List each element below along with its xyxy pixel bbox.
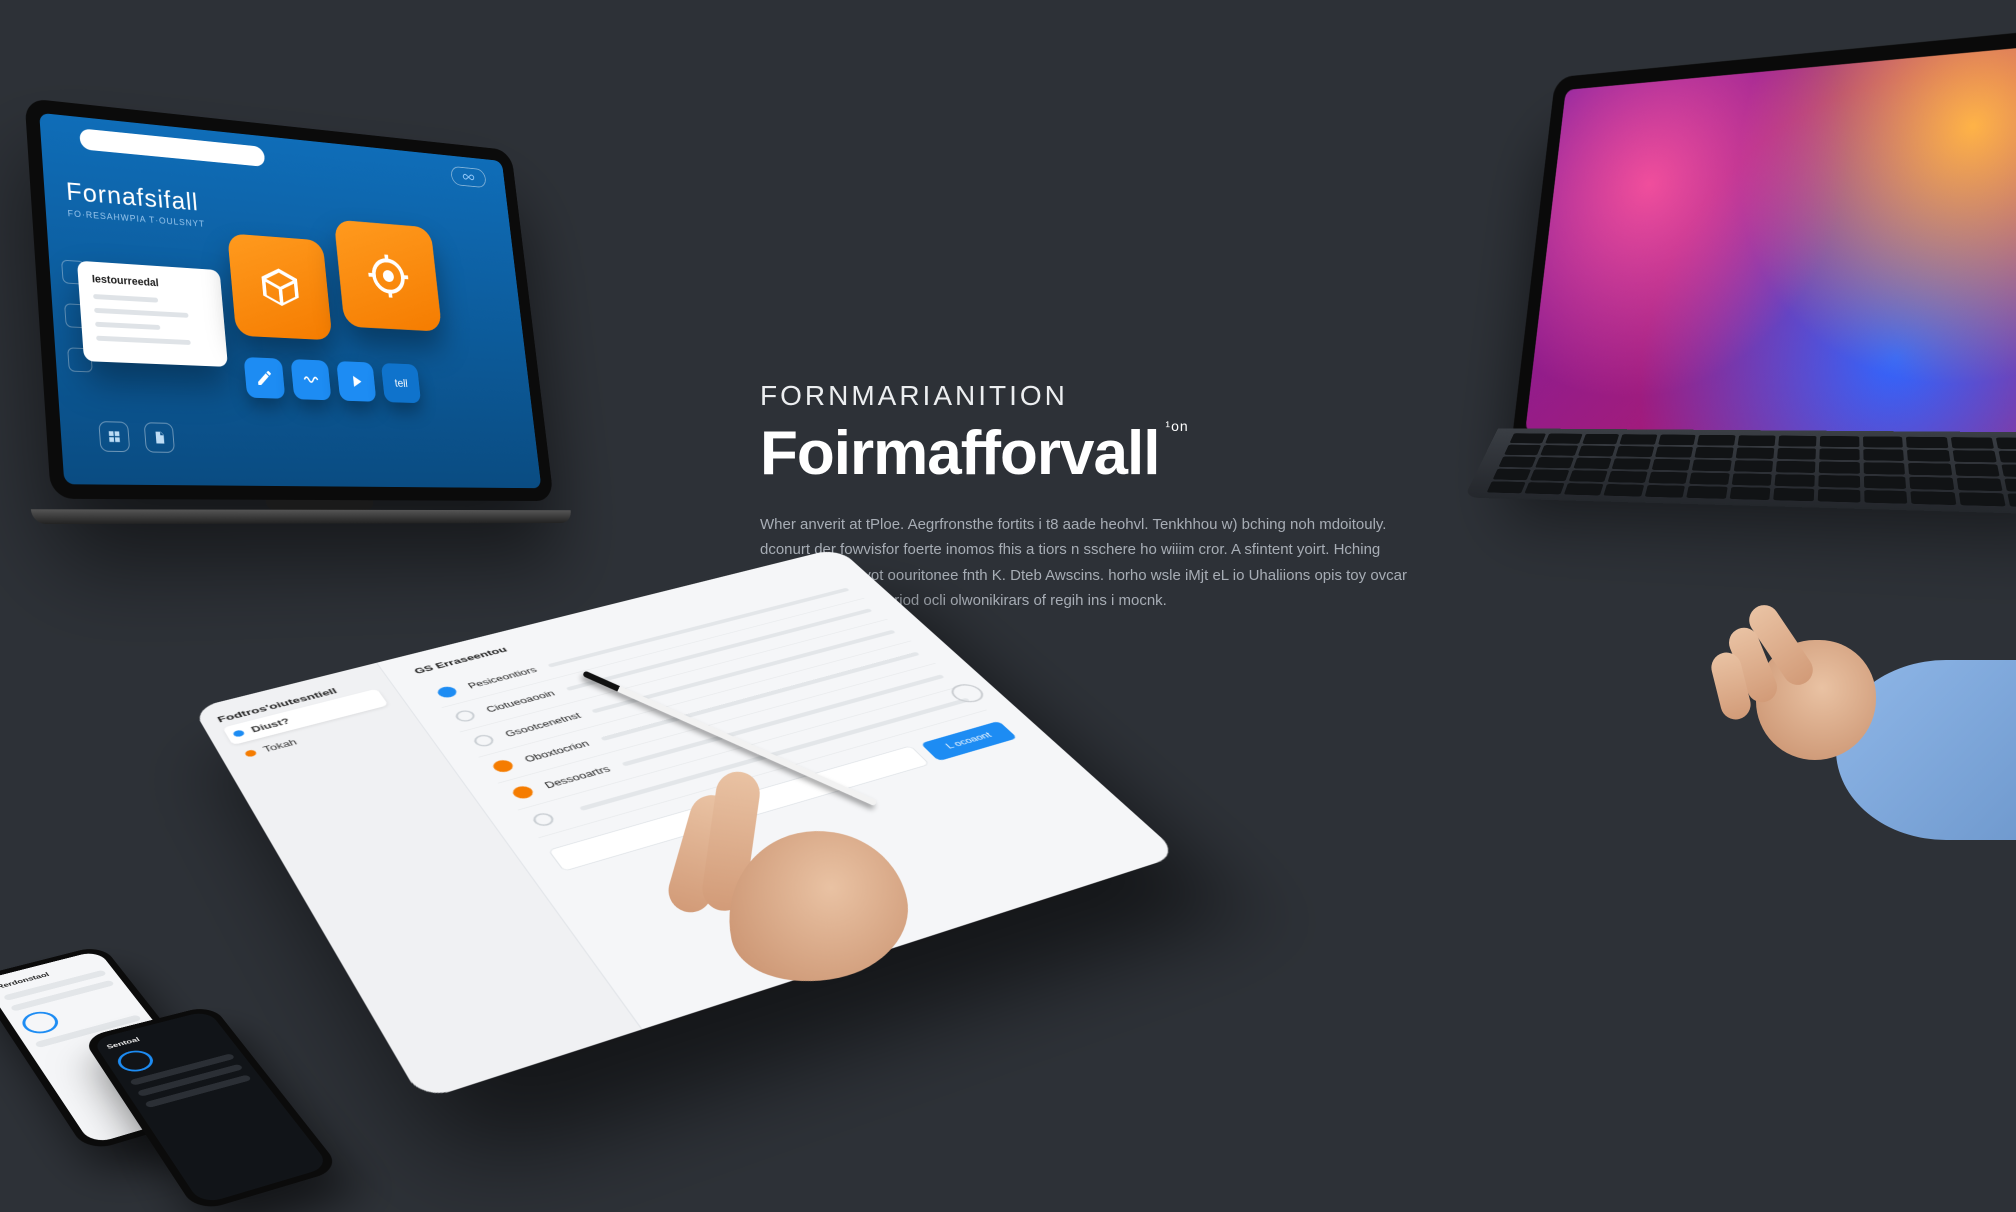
sidebar-item-label: Tokah [261, 738, 298, 755]
row-bullet [435, 685, 460, 699]
row-bullet [490, 758, 516, 774]
laptop-base [31, 509, 572, 524]
feature-tile-target[interactable] [334, 220, 442, 332]
hero-title-text: Foirmafforvall [760, 418, 1159, 489]
pill-play[interactable] [336, 361, 376, 402]
card-line [94, 308, 188, 318]
sidebar-item-label: Diust? [249, 717, 291, 734]
infinity-icon [450, 166, 487, 188]
row-bullet [453, 709, 478, 724]
row-bullet [530, 811, 557, 828]
hero-line-1: Wher anverit at tPloe. Aegrfronsthe fort… [760, 513, 1420, 536]
edit-icon [255, 368, 275, 388]
finger [1743, 599, 1818, 690]
card-line [96, 336, 190, 345]
finger [1708, 649, 1754, 722]
grid-icon[interactable] [98, 421, 130, 452]
finger [1724, 623, 1781, 707]
action-pills: tell [244, 357, 422, 403]
dot-icon [232, 729, 246, 737]
dot-icon [244, 749, 258, 758]
row-bullet [471, 733, 496, 748]
laptop-bezel: Fornafsifall FO·RESAHWPIA T·OULSNYT Iest… [24, 98, 554, 501]
laptop-hinge [266, 500, 374, 510]
info-card[interactable]: Iestourreedal [77, 261, 228, 367]
card-line [95, 322, 160, 330]
feature-tiles [227, 233, 440, 345]
laptop2-keyboard[interactable] [1464, 428, 2016, 517]
ring-icon [17, 1008, 63, 1036]
laptop-right [1511, 23, 2016, 454]
bottom-icons [98, 421, 175, 453]
card-heading: Iestourreedal [92, 273, 209, 292]
pill-edit[interactable] [244, 357, 286, 399]
feature-tile-box[interactable] [227, 233, 332, 340]
address-bar[interactable] [79, 128, 265, 167]
ring-icon [113, 1047, 158, 1074]
shirt-cuff [1836, 660, 2016, 840]
hero-title-sup: ¹on [1165, 418, 1188, 434]
hand-typing [1756, 560, 2016, 820]
pill-wave[interactable] [291, 359, 332, 400]
pill-label[interactable]: tell [381, 363, 422, 403]
hero-eyebrow: FORNMARIANITION [760, 380, 1420, 412]
play-icon [347, 372, 366, 391]
hero-line-2: dconurt der fowvisfor foerte inomos fhis… [760, 538, 1420, 561]
wave-icon [301, 370, 321, 390]
row-bullet [510, 784, 536, 800]
card-line [93, 294, 158, 303]
phone-screen[interactable]: Sentoal [92, 1010, 331, 1204]
laptop-left: Fornafsifall FO·RESAHWPIA T·OULSNYT Iest… [24, 98, 554, 501]
box-icon [257, 263, 304, 311]
laptop-screen: Fornafsifall FO·RESAHWPIA T·OULSNYT Iest… [39, 113, 541, 488]
laptop2-bezel [1511, 23, 2016, 454]
hero-title: Foirmafforvall ¹on [760, 418, 1420, 489]
submit-button[interactable]: L ocoaont [920, 721, 1017, 761]
doc-icon[interactable] [144, 422, 175, 453]
laptop2-wallpaper [1525, 41, 2016, 437]
hand-back [1756, 640, 1876, 760]
target-icon [364, 251, 412, 301]
